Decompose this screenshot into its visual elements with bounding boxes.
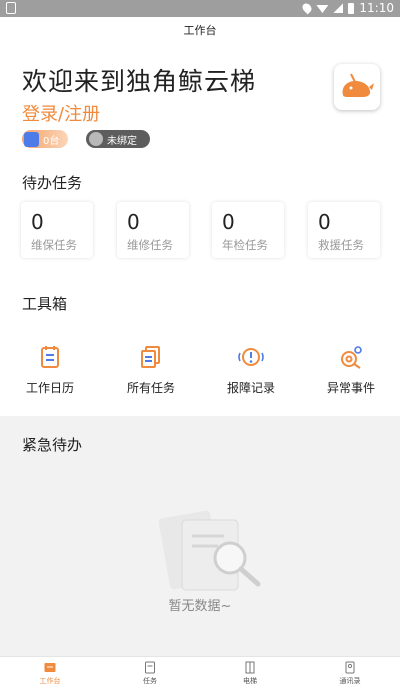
wechat-icon: [89, 132, 103, 146]
toolbox-title: 工具箱: [22, 295, 68, 313]
task-count: 0: [222, 210, 235, 234]
task-label: 维修任务: [127, 238, 173, 252]
narwhal-logo-icon: [342, 73, 374, 97]
task-label: 年检任务: [222, 238, 268, 252]
tool-all-tasks[interactable]: 所有任务: [111, 344, 191, 396]
signal-icon: [333, 3, 344, 13]
task-count: 0: [127, 210, 140, 234]
status-icons: 11:10: [301, 1, 394, 15]
page-title: 工作台: [183, 24, 217, 37]
task-card-repair[interactable]: 0 维修任务: [117, 202, 189, 258]
task-icon: [145, 661, 155, 674]
elevator-count-text: 0台: [43, 135, 60, 147]
login-register-link[interactable]: 登录/注册: [22, 100, 100, 126]
task-count: 0: [31, 210, 44, 234]
status-time: 11:10: [359, 1, 394, 15]
task-label: 救援任务: [318, 238, 364, 252]
tool-fault-records[interactable]: 报障记录: [211, 344, 291, 396]
empty-state-text: 暂无数据~: [168, 599, 232, 614]
urgent-section: 紧急待办 暂无数据~: [0, 416, 400, 656]
status-bar: 11:10: [0, 0, 400, 17]
task-card-inspection[interactable]: 0 年检任务: [212, 202, 284, 258]
wifi-icon: [316, 5, 329, 13]
tool-label: 工作日历: [25, 381, 74, 395]
elevator-count-badge[interactable]: 0台: [22, 130, 68, 148]
warning-gear-icon: [341, 346, 362, 369]
empty-state-illustration: [158, 510, 261, 591]
tab-label: 工作台: [39, 677, 61, 685]
contacts-icon: [345, 661, 355, 674]
wechat-bind-text: 未绑定: [107, 135, 137, 147]
task-count: 0: [318, 210, 331, 234]
task-list-icon: [141, 346, 160, 368]
tool-work-calendar[interactable]: 工作日历: [10, 344, 90, 396]
welcome-title: 欢迎来到独角鲸云梯: [22, 67, 257, 96]
elevator-icon: [245, 661, 255, 674]
alert-icon: [238, 348, 264, 366]
task-label: 维保任务: [31, 238, 77, 252]
tab-workbench[interactable]: 工作台: [0, 657, 100, 690]
workbench-icon: [44, 663, 56, 672]
battery-icon: [348, 2, 355, 14]
tab-contacts[interactable]: 通讯录: [300, 657, 400, 690]
tab-label: 电梯: [243, 677, 257, 685]
task-card-rescue[interactable]: 0 救援任务: [308, 202, 380, 258]
calendar-icon: [41, 346, 59, 368]
app-logo: [334, 64, 380, 110]
wechat-bind-badge[interactable]: 未绑定: [86, 130, 150, 148]
tool-label: 所有任务: [126, 381, 175, 395]
notification-icon: [6, 2, 16, 14]
elevator-icon: [24, 131, 39, 147]
tool-label: 异常事件: [326, 381, 375, 395]
urgent-title: 紧急待办: [22, 436, 83, 454]
tab-label: 通讯录: [339, 677, 361, 685]
tab-tasks[interactable]: 任务: [100, 657, 200, 690]
tab-label: 任务: [143, 677, 157, 685]
tool-abnormal-events[interactable]: 异常事件: [311, 344, 391, 396]
tool-label: 报障记录: [226, 381, 275, 395]
tab-elevator[interactable]: 电梯: [200, 657, 300, 690]
pending-tasks-title: 待办任务: [22, 174, 83, 192]
task-card-maintenance[interactable]: 0 维保任务: [21, 202, 93, 258]
bottom-tab-bar: 工作台 任务 电梯 通讯录: [0, 656, 400, 690]
location-icon: [301, 1, 314, 15]
